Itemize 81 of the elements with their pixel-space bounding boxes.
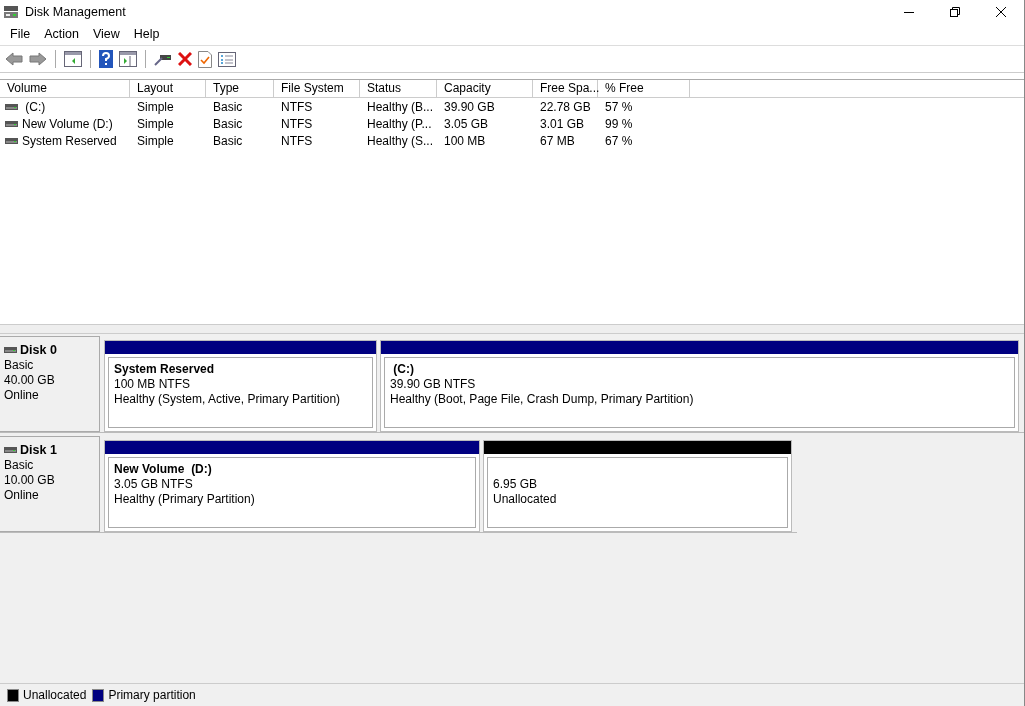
legend-label: Unallocated	[23, 688, 87, 702]
partition-status: Unallocated	[493, 492, 558, 507]
table-cell: Healthy (B...	[367, 99, 434, 114]
table-cell: NTFS	[281, 99, 313, 114]
partition-status: Healthy (Boot, Page File, Crash Dump, Primary Partition)	[390, 392, 695, 407]
table-cell: NTFS	[281, 116, 313, 131]
column-header[interactable]: File System	[274, 80, 360, 97]
partition-label: (C:)	[392, 362, 415, 377]
table-cell: Simple	[137, 99, 174, 114]
table-cell: 67 %	[605, 133, 633, 148]
properties-list-icon[interactable]	[218, 51, 236, 67]
back-arrow-icon[interactable]	[5, 52, 23, 66]
table-cell: 57 %	[605, 99, 633, 114]
partition-size: 3.05 GB NTFS	[114, 477, 194, 492]
column-header[interactable]: Type	[206, 80, 274, 97]
table-cell: Basic	[213, 133, 243, 148]
checked-document-icon[interactable]	[198, 50, 212, 68]
menu-item[interactable]: View	[85, 27, 127, 41]
partition-size: 39.90 GB NTFS	[390, 377, 477, 392]
help-icon[interactable]	[99, 50, 113, 68]
table-cell: 3.05 GB	[444, 116, 489, 131]
legend-label: Primary partition	[108, 688, 196, 702]
disk-info-panel[interactable]: Disk 1 Basic 10.00 GB Online	[0, 436, 100, 532]
table-cell: 100 MB	[444, 133, 486, 148]
disk-status: Online	[4, 488, 40, 503]
table-cell-text: (C:)	[24, 99, 46, 114]
partition-block[interactable]: System Reserved 100 MB NTFS Healthy (System, Active, Primary Partition)	[104, 340, 377, 432]
menu-item[interactable]: File	[3, 27, 38, 41]
column-header[interactable]: Layout	[130, 80, 206, 97]
drive-icon	[4, 447, 17, 453]
table-cell: Basic	[213, 99, 243, 114]
partition-size: 6.95 GB	[493, 477, 539, 492]
partition-block[interactable]: New Volume (D:) 3.05 GB NTFS Healthy (Primary Partition)	[104, 440, 480, 532]
table-cell: Simple	[137, 133, 174, 148]
column-header[interactable]: % Free	[598, 80, 690, 97]
partition-status: Healthy (System, Active, Primary Partition)	[114, 392, 342, 407]
window-title: Disk Management	[25, 4, 126, 19]
restore-icon	[950, 6, 960, 17]
column-header[interactable]: Capacity	[437, 80, 533, 97]
disk-size: 40.00 GB	[4, 373, 56, 388]
table-cell: Healthy (P...	[367, 116, 432, 131]
table-cell: 22.78 GB	[540, 99, 591, 114]
table-cell: System Reserved	[22, 133, 117, 148]
disk-status: Online	[4, 388, 40, 403]
table-cell: 99 %	[605, 116, 633, 131]
partition-block[interactable]: 6.95 GB Unallocated	[483, 440, 792, 532]
disk-name: Disk 0	[20, 343, 57, 357]
drive-icon	[5, 137, 18, 144]
table-cell: 39.90 GB	[444, 99, 495, 114]
drive-connect-icon[interactable]	[154, 52, 172, 66]
partition-label: System Reserved	[114, 362, 216, 377]
action-pane-icon[interactable]	[119, 51, 137, 67]
drive-icon	[5, 120, 18, 127]
drive-icon	[5, 103, 18, 110]
menu-item[interactable]: Help	[126, 27, 167, 41]
disk-size: 10.00 GB	[4, 473, 56, 488]
disk-type: Basic	[4, 458, 35, 473]
disk-icon	[3, 4, 19, 19]
table-cell: 67 MB	[540, 133, 575, 148]
close-icon	[996, 6, 1006, 17]
drive-icon	[4, 347, 17, 353]
table-cell: NTFS	[281, 133, 313, 148]
table-cell: 3.01 GB	[540, 116, 585, 131]
disk-info-panel[interactable]: Disk 0 Basic 40.00 GB Online	[0, 336, 100, 432]
partition-block[interactable]: (C:) 39.90 GB NTFS Healthy (Boot, Page File, Crash Dump, Primary Partition)	[380, 340, 1019, 432]
partition-label: New Volume (D:)	[114, 462, 213, 477]
partition-status: Healthy (Primary Partition)	[114, 492, 256, 507]
table-cell: Simple	[137, 116, 174, 131]
table-cell: New Volume (D:)	[22, 116, 113, 131]
column-header[interactable]: Volume	[0, 80, 130, 97]
disk-name: Disk 1	[20, 443, 57, 457]
disk-type: Basic	[4, 358, 35, 373]
column-header[interactable]: Free Spa...	[533, 80, 598, 97]
partition-size: 100 MB NTFS	[114, 377, 192, 392]
table-cell: Healthy (S...	[367, 133, 434, 148]
forward-arrow-icon[interactable]	[29, 52, 47, 66]
table-cell: Basic	[213, 116, 243, 131]
console-tree-icon[interactable]	[64, 51, 82, 67]
column-header[interactable]: Status	[360, 80, 437, 97]
menu-item[interactable]: Action	[37, 27, 86, 41]
delete-icon[interactable]	[178, 52, 192, 66]
